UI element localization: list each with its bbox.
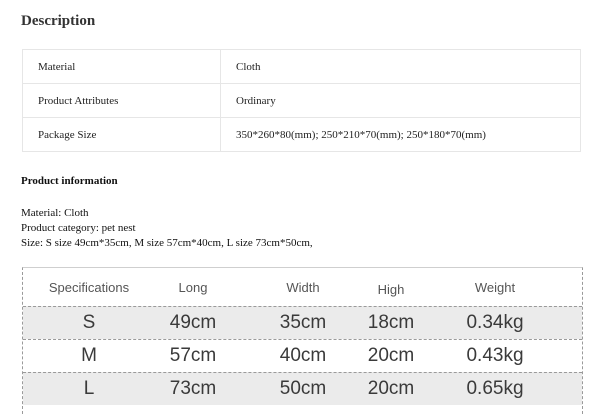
attribute-label: Material (22, 49, 221, 84)
spec-row-l: L 73cm 50cm 20cm 0.65kg (23, 372, 582, 405)
spec-header-row: Specifications Long Width High Weight (23, 268, 582, 306)
info-line: Size: S size 49cm*35cm, M size 57cm*40cm… (21, 237, 313, 249)
product-information-text: Material: Cloth Product category: pet ne… (21, 206, 313, 251)
attribute-value: Cloth (220, 49, 581, 84)
description-heading: Description (21, 13, 96, 29)
spec-long-cell: 73cm (169, 378, 217, 399)
spec-header-cell: Long (178, 279, 208, 295)
info-line: Material: Cloth (21, 207, 89, 219)
spec-weight-cell: 0.34kg (466, 312, 524, 333)
spec-header-cell: High (377, 281, 405, 297)
spec-long-cell: 49cm (169, 312, 217, 333)
attribute-value: 350*260*80(mm); 250*210*70(mm); 250*180*… (220, 117, 581, 152)
spec-weight-cell: 0.65kg (466, 378, 524, 399)
table-row: Material Cloth (22, 49, 581, 84)
spec-high-cell: 20cm (367, 345, 415, 366)
spec-high-cell: 20cm (367, 378, 415, 399)
product-information-heading: Product information (21, 175, 118, 187)
attribute-label: Package Size (22, 117, 221, 152)
info-line: Product category: pet nest (21, 222, 136, 234)
size-spec-table: Specifications Long Width High Weight S … (22, 267, 583, 414)
product-description-page: Description Material Cloth Product Attri… (0, 0, 606, 414)
table-row: Product Attributes Ordinary (22, 83, 581, 118)
spec-long-cell: 57cm (169, 345, 217, 366)
attribute-label: Product Attributes (22, 83, 221, 118)
spec-weight-cell: 0.43kg (466, 345, 524, 366)
attribute-value: Ordinary (220, 83, 581, 118)
spec-row-m: M 57cm 40cm 20cm 0.43kg (23, 339, 582, 372)
spec-header-cell: Weight (474, 279, 516, 295)
attributes-table: Material Cloth Product Attributes Ordina… (22, 49, 581, 152)
spec-row-s: S 49cm 35cm 18cm 0.34kg (23, 306, 582, 339)
spec-high-cell: 18cm (367, 312, 415, 333)
table-row: Package Size 350*260*80(mm); 250*210*70(… (22, 117, 581, 152)
